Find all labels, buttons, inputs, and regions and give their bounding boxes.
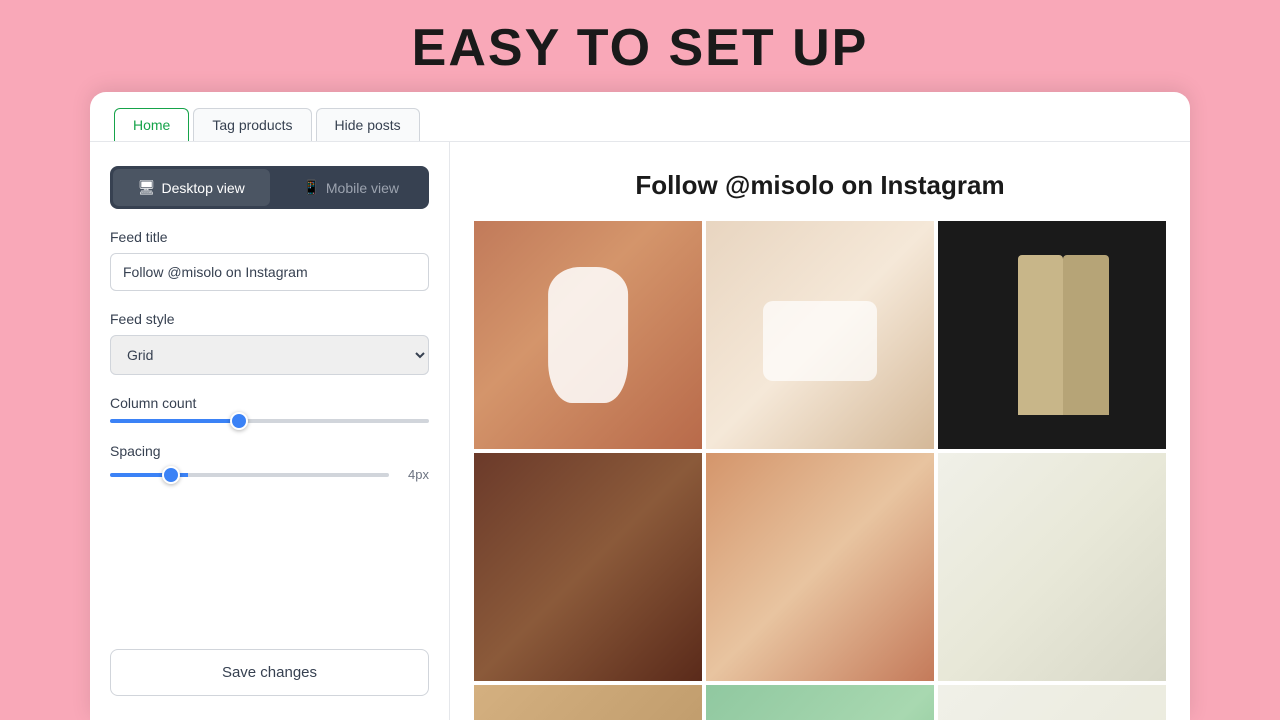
preview-area: Follow @misolo on Instagram	[450, 142, 1190, 720]
grid-cell-9	[938, 685, 1166, 720]
grid-cell-4	[474, 453, 702, 681]
spacing-label: Spacing	[110, 443, 429, 459]
spacing-slider[interactable]	[110, 473, 389, 477]
product-image-3	[938, 221, 1166, 449]
view-toggle: 🖥 Desktop view 📱 Mobile view	[110, 166, 429, 209]
tab-home[interactable]: Home	[114, 108, 189, 141]
mobile-view-button[interactable]: 📱 Mobile view	[273, 166, 430, 209]
sidebar: 🖥 Desktop view 📱 Mobile view Feed title …	[90, 142, 450, 720]
product-image-1	[474, 221, 702, 449]
column-count-group: Column count	[110, 395, 429, 423]
main-content: 🖥 Desktop view 📱 Mobile view Feed title …	[90, 142, 1190, 720]
feed-title-label: Feed title	[110, 229, 429, 245]
feed-title-group: Feed title	[110, 229, 429, 291]
grid-cell-2	[706, 221, 934, 449]
product-image-9	[938, 685, 1166, 720]
desktop-icon: 🖥	[138, 179, 156, 196]
desktop-view-button[interactable]: 🖥 Desktop view	[113, 169, 270, 206]
page-header: EASY TO SET UP	[0, 0, 1280, 92]
product-image-8	[706, 685, 934, 720]
spacing-group: Spacing 4px	[110, 443, 429, 482]
grid-cell-6	[938, 453, 1166, 681]
image-grid	[474, 221, 1166, 720]
mobile-icon: 📱	[302, 179, 319, 196]
tab-tag-products[interactable]: Tag products	[193, 108, 311, 141]
product-image-2	[706, 221, 934, 449]
feed-style-select[interactable]: Grid Masonry Slider Highlight	[110, 335, 429, 375]
grid-cell-1	[474, 221, 702, 449]
grid-cell-8	[706, 685, 934, 720]
product-image-6	[938, 453, 1166, 681]
feed-title-input[interactable]	[110, 253, 429, 291]
save-changes-button[interactable]: Save changes	[110, 649, 429, 696]
column-count-label: Column count	[110, 395, 429, 411]
column-count-slider[interactable]	[110, 419, 429, 423]
product-image-7	[474, 685, 702, 720]
preview-title: Follow @misolo on Instagram	[474, 170, 1166, 201]
grid-cell-5	[706, 453, 934, 681]
feed-style-label: Feed style	[110, 311, 429, 327]
desktop-view-label: Desktop view	[162, 180, 245, 196]
page-title: EASY TO SET UP	[0, 18, 1280, 78]
product-image-5	[706, 453, 934, 681]
spacing-value: 4px	[399, 467, 429, 482]
product-image-4	[474, 453, 702, 681]
tab-bar: Home Tag products Hide posts	[90, 92, 1190, 142]
grid-cell-7	[474, 685, 702, 720]
grid-cell-3	[938, 221, 1166, 449]
mobile-view-label: Mobile view	[326, 180, 399, 196]
app-container: Home Tag products Hide posts 🖥 Desktop v…	[90, 92, 1190, 720]
feed-style-group: Feed style Grid Masonry Slider Highlight	[110, 311, 429, 375]
tab-hide-posts[interactable]: Hide posts	[316, 108, 420, 141]
spacing-row: 4px	[110, 467, 429, 482]
